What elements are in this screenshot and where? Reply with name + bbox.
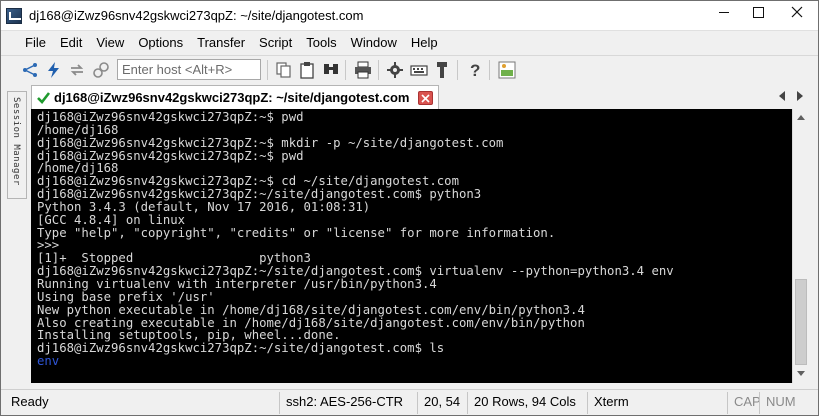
keymap-icon[interactable]: [410, 61, 428, 79]
menu-transfer[interactable]: Transfer: [190, 35, 252, 50]
app-icon: [6, 8, 22, 24]
copy-icon[interactable]: [275, 61, 293, 79]
status-terminal-size: 20 Rows, 94 Cols: [467, 392, 587, 414]
connect-icon[interactable]: [21, 61, 39, 79]
terminal-line: /home/dj168: [37, 122, 119, 137]
menu-script[interactable]: Script: [252, 35, 299, 50]
terminal-line-directory: env: [37, 354, 60, 369]
connected-check-icon: [37, 92, 51, 104]
terminal-line: dj168@iZwz96snv42gskwci273qpZ:~$ pwd: [37, 148, 304, 163]
window-title: dj168@iZwz96snv42gskwci273qpZ: ~/site/dj…: [29, 8, 364, 23]
terminal-line: New python executable in /home/dj168/sit…: [37, 302, 585, 317]
menu-tools[interactable]: Tools: [299, 35, 343, 50]
terminal-line: Python 3.4.3 (default, Nov 17 2016, 01:0…: [37, 199, 371, 214]
securecrt-window: dj168@iZwz96snv42gskwci273qpZ: ~/site/dj…: [0, 0, 819, 416]
session-manager-panel[interactable]: Session Manager: [7, 91, 27, 199]
menu-view[interactable]: View: [89, 35, 131, 50]
paste-icon[interactable]: [298, 61, 316, 79]
terminal-line: dj168@iZwz96snv42gskwci273qpZ:~/site/dja…: [37, 187, 482, 202]
close-button[interactable]: [777, 1, 817, 23]
sftp-icon[interactable]: [433, 61, 451, 79]
terminal-line: dj168@iZwz96snv42gskwci273qpZ:~$ mkdir -…: [37, 135, 504, 150]
menu-bar: File Edit View Options Transfer Script T…: [1, 31, 818, 53]
disconnect-icon[interactable]: [92, 61, 110, 79]
scroll-up-icon[interactable]: [797, 115, 805, 120]
menu-window[interactable]: Window: [344, 35, 404, 50]
scrollbar-thumb[interactable]: [795, 279, 807, 365]
status-cursor-position: 20, 54: [417, 392, 467, 414]
menu-help[interactable]: Help: [404, 35, 445, 50]
toolbar-separator: [378, 60, 379, 80]
menu-edit[interactable]: Edit: [53, 35, 89, 50]
session-tab[interactable]: dj168@iZwz96snv42gskwci273qpZ: ~/site/dj…: [31, 85, 439, 109]
terminal-line: Using base prefix '/usr': [37, 289, 215, 304]
quick-connect-icon[interactable]: [45, 61, 63, 79]
screenshot-icon[interactable]: [498, 61, 516, 79]
terminal-line: dj168@iZwz96snv42gskwci273qpZ:~/site/dja…: [37, 341, 445, 356]
toolbar-separator: [457, 60, 458, 80]
session-options-icon[interactable]: [386, 61, 404, 79]
tab-close-button[interactable]: [418, 91, 433, 105]
status-caps-lock: CAP: [727, 392, 761, 414]
help-icon[interactable]: ?: [466, 61, 484, 79]
terminal-line: [GCC 4.8.4] on linux: [37, 212, 186, 227]
status-ready: Ready: [11, 394, 49, 409]
terminal-line: Running virtualenv with interpreter /usr…: [37, 276, 437, 291]
close-icon: [421, 94, 430, 103]
tab-bar: dj168@iZwz96snv42gskwci273qpZ: ~/site/dj…: [31, 85, 815, 109]
terminal-line: dj168@iZwz96snv42gskwci273qpZ:~$ pwd: [37, 110, 304, 124]
toolbar-separator: [345, 60, 346, 80]
host-input[interactable]: [117, 59, 261, 80]
close-icon: [791, 6, 803, 18]
session-manager-label: Session Manager: [11, 97, 21, 186]
status-terminal-type: Xterm: [587, 392, 727, 414]
reconnect-icon[interactable]: [68, 61, 86, 79]
status-cipher: ssh2: AES-256-CTR: [279, 392, 417, 414]
maximize-button[interactable]: [741, 1, 775, 23]
tab-scroll-left-icon[interactable]: [777, 90, 787, 102]
status-num-lock: NUM: [759, 392, 817, 414]
find-icon[interactable]: [322, 61, 340, 79]
toolbar-separator: [489, 60, 490, 80]
scroll-down-icon[interactable]: [797, 371, 805, 376]
toolbar: ?: [1, 55, 818, 83]
terminal-line: Type "help", "copyright", "credits" or "…: [37, 225, 556, 240]
session-tab-label: dj168@iZwz96snv42gskwci273qpZ: ~/site/dj…: [54, 90, 410, 105]
terminal-scrollbar[interactable]: [792, 109, 809, 383]
tab-scroll-right-icon[interactable]: [795, 90, 805, 102]
toolbar-separator: [267, 60, 268, 80]
status-bar: Ready ssh2: AES-256-CTR 20, 54 20 Rows, …: [1, 389, 818, 415]
terminal-screen[interactable]: dj168@iZwz96snv42gskwci273qpZ:~$ pwd /ho…: [31, 109, 792, 383]
menu-file[interactable]: File: [18, 35, 53, 50]
print-icon[interactable]: [354, 61, 372, 79]
minimize-button[interactable]: [707, 1, 741, 23]
svg-text:?: ?: [470, 61, 480, 79]
title-bar: dj168@iZwz96snv42gskwci273qpZ: ~/site/dj…: [1, 1, 818, 31]
menu-options[interactable]: Options: [131, 35, 190, 50]
